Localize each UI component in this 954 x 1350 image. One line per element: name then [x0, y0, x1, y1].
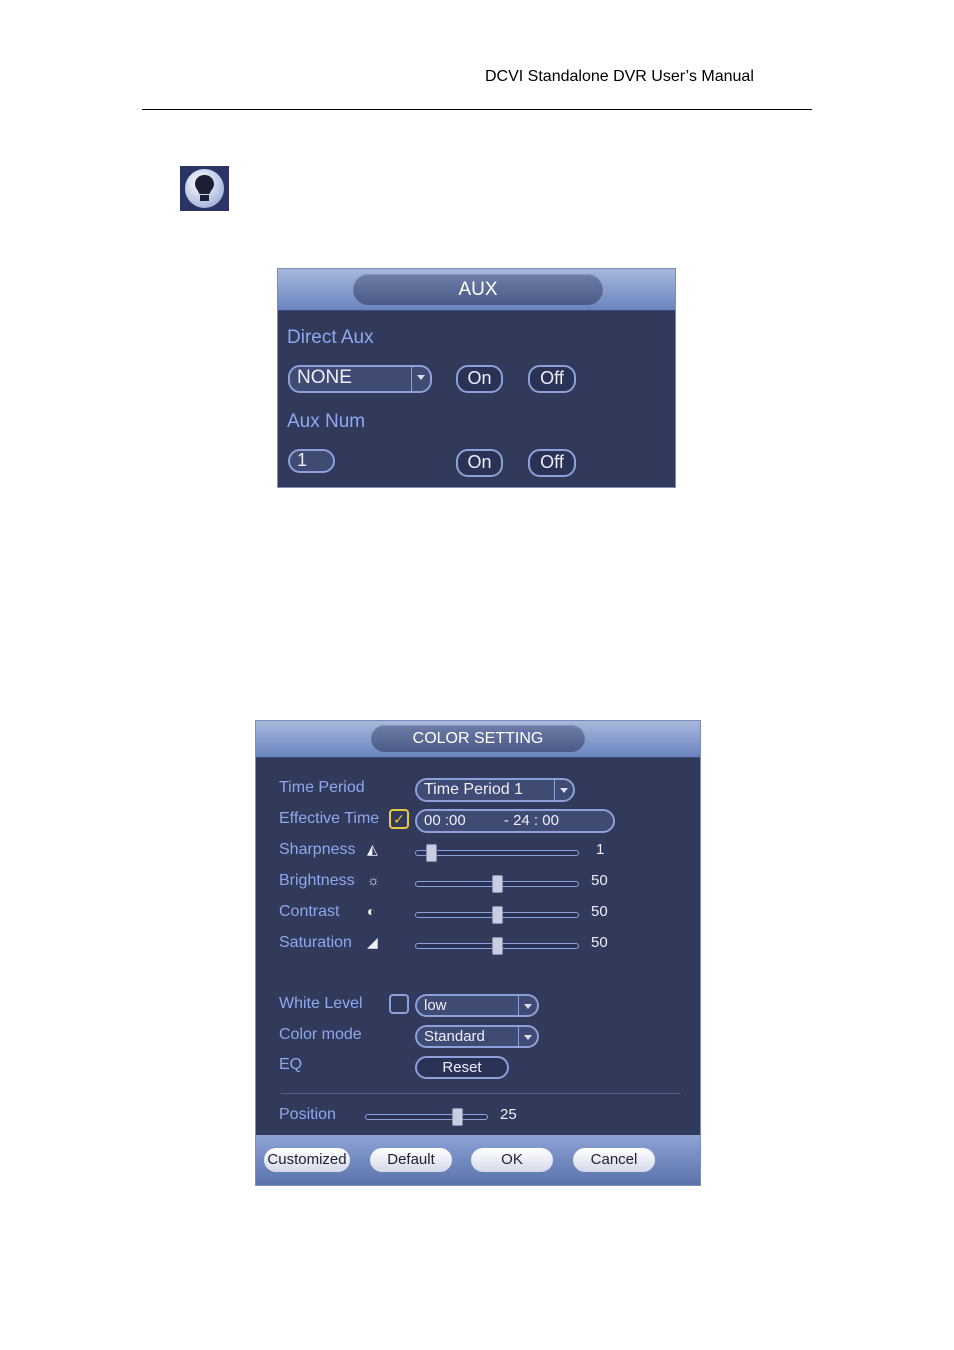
- chevron-down-icon[interactable]: [518, 996, 537, 1015]
- ok-button[interactable]: OK: [471, 1148, 553, 1172]
- direct-aux-value: NONE: [297, 367, 352, 388]
- sharpness-slider[interactable]: [415, 844, 579, 862]
- saturation-icon: ◢: [367, 934, 378, 950]
- manual-page: DCVI Standalone DVR User’s Manual AUX Di…: [0, 0, 954, 1350]
- default-button[interactable]: Default: [370, 1148, 452, 1172]
- sharpness-icon: ◭: [367, 841, 378, 857]
- color-mode-dropdown[interactable]: Standard: [415, 1025, 539, 1048]
- sharpness-value: 1: [596, 841, 605, 858]
- brightness-icon: ☼: [367, 872, 380, 888]
- slider-thumb[interactable]: [425, 844, 437, 862]
- end-minute[interactable]: 00: [542, 812, 559, 829]
- saturation-label: Saturation: [279, 934, 352, 951]
- aux-num-on-button[interactable]: On: [456, 449, 503, 477]
- eq-reset-button[interactable]: Reset: [415, 1056, 509, 1079]
- saturation-value: 50: [591, 934, 608, 951]
- aux-num-off-button[interactable]: Off: [528, 449, 576, 477]
- direct-aux-off-button[interactable]: Off: [528, 365, 576, 393]
- position-value: 25: [500, 1106, 517, 1123]
- white-level-label: White Level: [279, 995, 363, 1012]
- white-level-checkbox[interactable]: [389, 994, 409, 1014]
- effective-time-range[interactable]: 00 :00 - 24 : 00: [415, 809, 615, 833]
- position-label: Position: [279, 1106, 336, 1123]
- chevron-down-icon[interactable]: [554, 780, 573, 800]
- aux-num-label: Aux Num: [287, 411, 366, 432]
- direct-aux-on-button[interactable]: On: [456, 365, 503, 393]
- position-slider[interactable]: [365, 1108, 488, 1126]
- slider-thumb[interactable]: [492, 906, 503, 924]
- direct-aux-label: Direct Aux: [287, 327, 374, 348]
- brightness-label: Brightness: [279, 872, 355, 889]
- color-mode-label: Color mode: [279, 1026, 362, 1043]
- brightness-value: 50: [591, 872, 608, 889]
- color-mode-value: Standard: [424, 1028, 485, 1045]
- sharpness-label: Sharpness: [279, 841, 356, 858]
- direct-aux-dropdown[interactable]: NONE: [288, 365, 432, 393]
- effective-time-checkbox[interactable]: ✓: [389, 809, 409, 829]
- contrast-icon: ◐: [367, 903, 376, 919]
- white-level-value: low: [424, 997, 447, 1014]
- slider-thumb[interactable]: [492, 875, 503, 893]
- contrast-value: 50: [591, 903, 608, 920]
- customized-button[interactable]: Customized: [264, 1148, 350, 1172]
- document-header: DCVI Standalone DVR User’s Manual: [485, 68, 754, 85]
- chevron-down-icon[interactable]: [518, 1027, 537, 1046]
- aux-num-input[interactable]: 1: [288, 449, 335, 473]
- saturation-slider[interactable]: [415, 937, 579, 955]
- slider-thumb[interactable]: [451, 1108, 463, 1126]
- header-rule: [142, 109, 812, 110]
- cancel-button[interactable]: Cancel: [573, 1148, 655, 1172]
- aux-title: AUX: [353, 274, 603, 305]
- start-minute[interactable]: 00: [449, 812, 466, 829]
- contrast-slider[interactable]: [415, 906, 579, 924]
- color-setting-dialog: COLOR SETTING Time Period Time Period 1 …: [255, 720, 701, 1186]
- white-level-dropdown[interactable]: low: [415, 994, 539, 1017]
- time-period-value: Time Period 1: [424, 781, 523, 798]
- time-period-dropdown[interactable]: Time Period 1: [415, 778, 575, 802]
- eq-label: EQ: [279, 1056, 303, 1073]
- lightbulb-icon: [180, 166, 229, 211]
- end-hour[interactable]: 24: [513, 812, 530, 829]
- brightness-slider[interactable]: [415, 875, 579, 893]
- slider-thumb[interactable]: [492, 937, 503, 955]
- time-period-label: Time Period: [279, 779, 365, 796]
- start-hour[interactable]: 00: [424, 812, 441, 829]
- effective-time-label: Effective Time: [279, 810, 380, 827]
- chevron-down-icon[interactable]: [411, 367, 430, 391]
- color-setting-title: COLOR SETTING: [371, 725, 585, 752]
- contrast-label: Contrast: [279, 903, 340, 920]
- aux-dialog: AUX Direct Aux NONE On Off Aux Num 1 On …: [277, 268, 676, 488]
- divider: [281, 1093, 681, 1094]
